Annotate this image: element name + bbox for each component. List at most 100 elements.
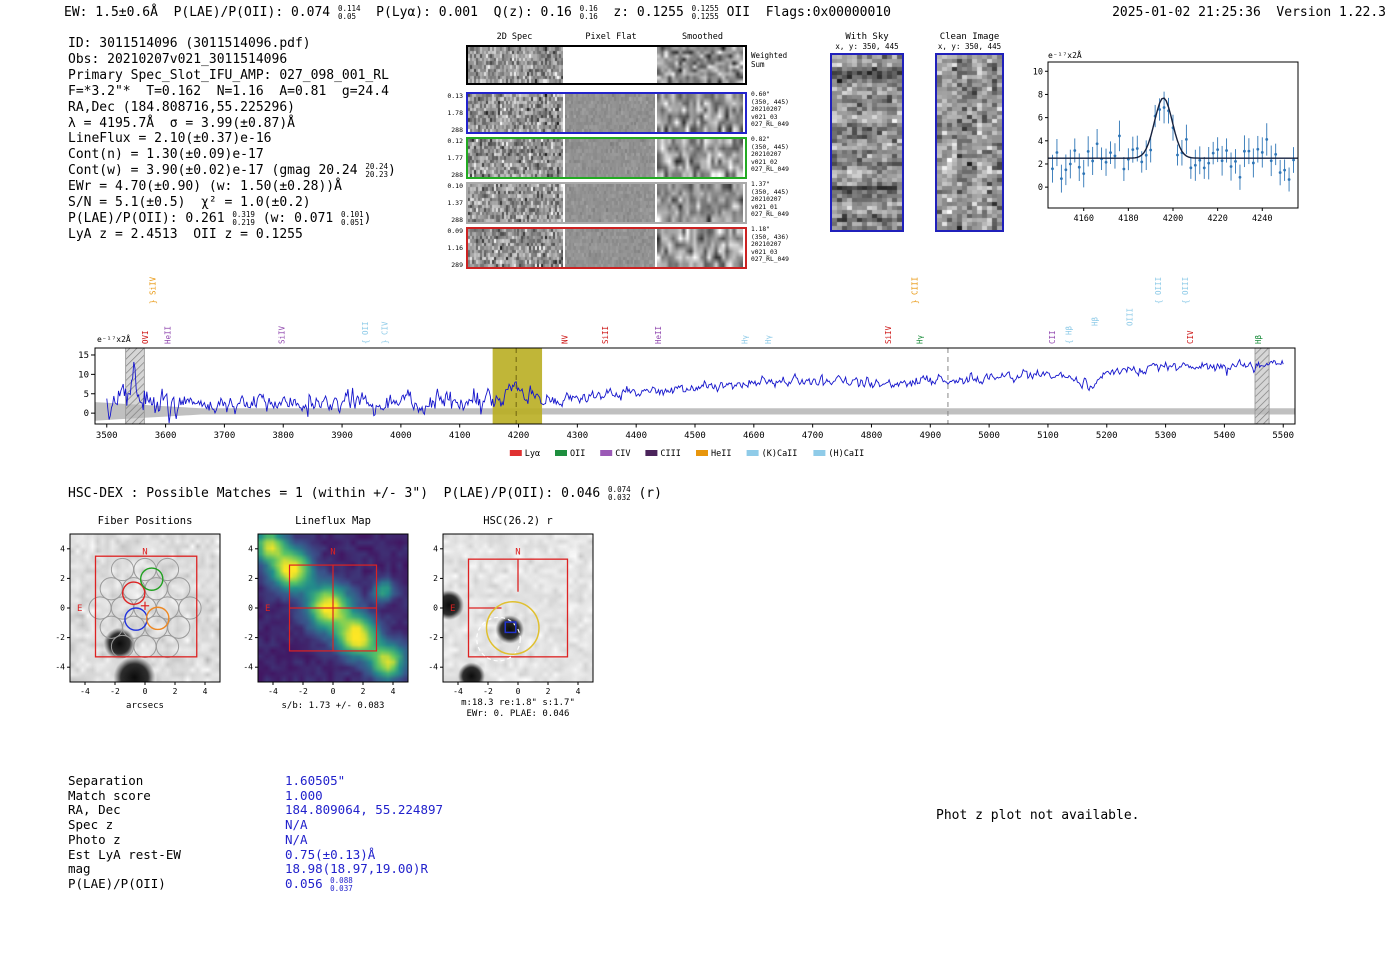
spec2d-image <box>468 47 563 83</box>
x-tick-label: 4200 <box>1163 214 1183 224</box>
y-tick-label: 0 <box>433 604 438 613</box>
spec2d-image <box>468 94 563 132</box>
match-table-label: Spec z <box>68 817 114 833</box>
emission-line-label: { Hβ <box>1065 325 1074 344</box>
y-tick-label: 4 <box>433 544 438 553</box>
info-line: Obs: 20210207v021_3011514096 <box>68 52 396 68</box>
match-table-row: Photo z N/A <box>68 832 688 847</box>
fiber-row-meta: 0.82" (350, 445) 20210207 v021_02 027_RL_049 <box>751 136 789 174</box>
spec2d-image <box>468 139 563 177</box>
y-tick-label: 5 <box>84 390 89 400</box>
match-table-label: RA, Dec <box>68 802 121 818</box>
legend-label: OII <box>570 449 585 459</box>
x-tick-label: 4500 <box>684 431 706 441</box>
x-tick-label: 4180 <box>1118 214 1138 224</box>
text-segment: λ = 4195.7Å σ = 3.99(±0.87)Å <box>68 115 295 131</box>
legend-swatch <box>813 450 826 456</box>
info-line: Cont(n) = 1.30(±0.09)e-17 <box>68 147 396 163</box>
match-table-value: 0.056 0.088 0.037 <box>285 876 353 893</box>
legend-label: CIV <box>615 449 630 459</box>
clean-image-title: Clean Image <box>939 32 1000 42</box>
fiber-row-weights: 0.12 1.77 288 <box>447 137 463 179</box>
elixer-report: EW: 1.5±0.6Å P(LAE)/P(OII): 0.074 0.114 0… <box>0 0 1400 953</box>
cutout-title: HSC(26.2) r <box>483 515 553 527</box>
legend-swatch <box>600 450 613 456</box>
x-tick-label: -4 <box>453 687 463 696</box>
x-tick-label: 5000 <box>978 431 1000 441</box>
y-tick-label: 0 <box>1038 183 1043 193</box>
hi-lo-range: 0.319 0.219 <box>232 210 255 227</box>
x-tick-label: 4000 <box>390 431 412 441</box>
text-segment: ID: 3011514096 (3011514096.pdf) <box>68 36 311 51</box>
spec2d-image <box>565 184 655 222</box>
text-segment: N/A <box>285 831 308 847</box>
fiber-row-weights: 0.13 1.78 288 <box>447 92 463 134</box>
fiber-row <box>466 137 747 179</box>
y-tick-label: -4 <box>55 663 65 672</box>
text-segment: ) <box>388 163 396 179</box>
x-tick-label: 4200 <box>508 431 530 441</box>
y-tick-label: 2 <box>1038 160 1043 170</box>
y-axis-label: e⁻¹⁷x2Å <box>97 333 131 344</box>
x-tick-label: 5400 <box>1214 431 1236 441</box>
data-points <box>1051 91 1295 193</box>
spec2d-panel: 2D Spec Pixel Flat Smoothed Weighted Sum 0.13… <box>447 32 836 282</box>
legend: Lyα OII CIV CIII HeII (K)CaII (H)CaII <box>509 449 864 459</box>
match-table-value: 184.809064, 55.224897 <box>285 802 443 817</box>
match-table-value: 1.60505" <box>285 773 345 788</box>
match-table-row: Est LyA rest-EW 0.75(±0.13)Å <box>68 847 688 862</box>
match-table-value: 1.000 <box>285 788 323 803</box>
emission-line-label: } CIV <box>380 321 389 344</box>
cutout-title: Lineflux Map <box>295 515 371 527</box>
emission-line-label: SiIV <box>884 325 893 344</box>
emission-line-label: CII <box>1048 330 1057 344</box>
info-line: Cont(w) = 3.90(±0.02)e-17 (gmag 20.24 20… <box>68 163 396 179</box>
fiber-svg: N E -4 -4 -2 -2 0 0 2 2 4 4 Fiber Positions arcsecs <box>55 515 221 711</box>
text-segment: (r) <box>630 486 662 501</box>
x-tick-label: 4 <box>391 687 396 696</box>
text-segment: N/A <box>285 817 308 833</box>
info-line: LyA z = 2.4513 OII z = 0.1255 <box>68 227 396 243</box>
masked-band <box>125 347 145 425</box>
x-tick-label: 0 <box>516 687 521 696</box>
compass-north: N <box>515 548 520 558</box>
x-tick-label: 4 <box>203 687 208 696</box>
fiber-row-meta: 0.60" (350, 445) 20210207 v021_03 027_RL_049 <box>751 91 789 129</box>
text-segment: Obs: 20210207v021_3011514096 <box>68 51 288 67</box>
x-tick-label: 4300 <box>567 431 589 441</box>
clean-image-panel: Clean Image x, y: 350, 445 <box>935 32 1004 232</box>
info-line: RA,Dec (184.808716,55.225296) <box>68 100 396 116</box>
text-segment: Cont(w) = 3.90(±0.02)e-17 (gmag 20.24 <box>68 163 366 179</box>
legend-swatch <box>555 450 567 456</box>
cutout-caption: EWr: 0. PLAE: 0.046 <box>467 709 570 719</box>
match-table-label: Separation <box>68 773 144 788</box>
withsky-title: With Sky <box>845 32 889 42</box>
legend-label: CIII <box>660 449 680 459</box>
emission-line-label: NV <box>560 334 569 344</box>
compass-north: N <box>142 548 147 558</box>
legend-swatch <box>509 450 522 456</box>
text-segment: Primary Spec_Slot_IFU_AMP: 027_098_001_R… <box>68 67 389 83</box>
match-table-row: RA, Dec 184.809064, 55.224897 <box>68 802 688 817</box>
x-tick-label: 5100 <box>1037 431 1059 441</box>
info-line: LineFlux = 2.10(±0.37)e-16 <box>68 131 396 147</box>
text-segment: 0.056 <box>285 875 331 891</box>
y-tick-label: 4 <box>248 544 253 553</box>
emission-line-labels: } SiIV OVI HeII SiIV { OII} CIV NV SiII HeII Hγ H… <box>141 276 1263 344</box>
info-line: EWr = 4.70(±0.90) (w: 1.50(±0.28))Å <box>68 179 396 195</box>
x-tick-label: 3500 <box>96 431 118 441</box>
match-table-value: 18.98(18.97,19.00)R <box>285 861 428 876</box>
header-summary: EW: 1.5±0.6Å P(LAE)/P(OII): 0.074 0.114 0… <box>64 5 891 21</box>
text-segment: 1.60505" <box>285 773 346 788</box>
x-tick-label: -2 <box>110 687 120 696</box>
cutout-title: Fiber Positions <box>98 515 193 527</box>
text-segment: z: 0.1255 <box>597 5 692 20</box>
emission-line-label: OIII <box>1126 308 1135 326</box>
column-title: Smoothed <box>682 32 723 42</box>
emission-line-label: Hγ <box>740 334 749 344</box>
compass-east: E <box>77 604 82 614</box>
match-table: Separation 1.60505" Match score 1.000 RA, De… <box>68 773 708 913</box>
withsky-image <box>830 53 904 232</box>
x-tick-label: 4600 <box>743 431 765 441</box>
x-tick-label: -4 <box>80 687 90 696</box>
